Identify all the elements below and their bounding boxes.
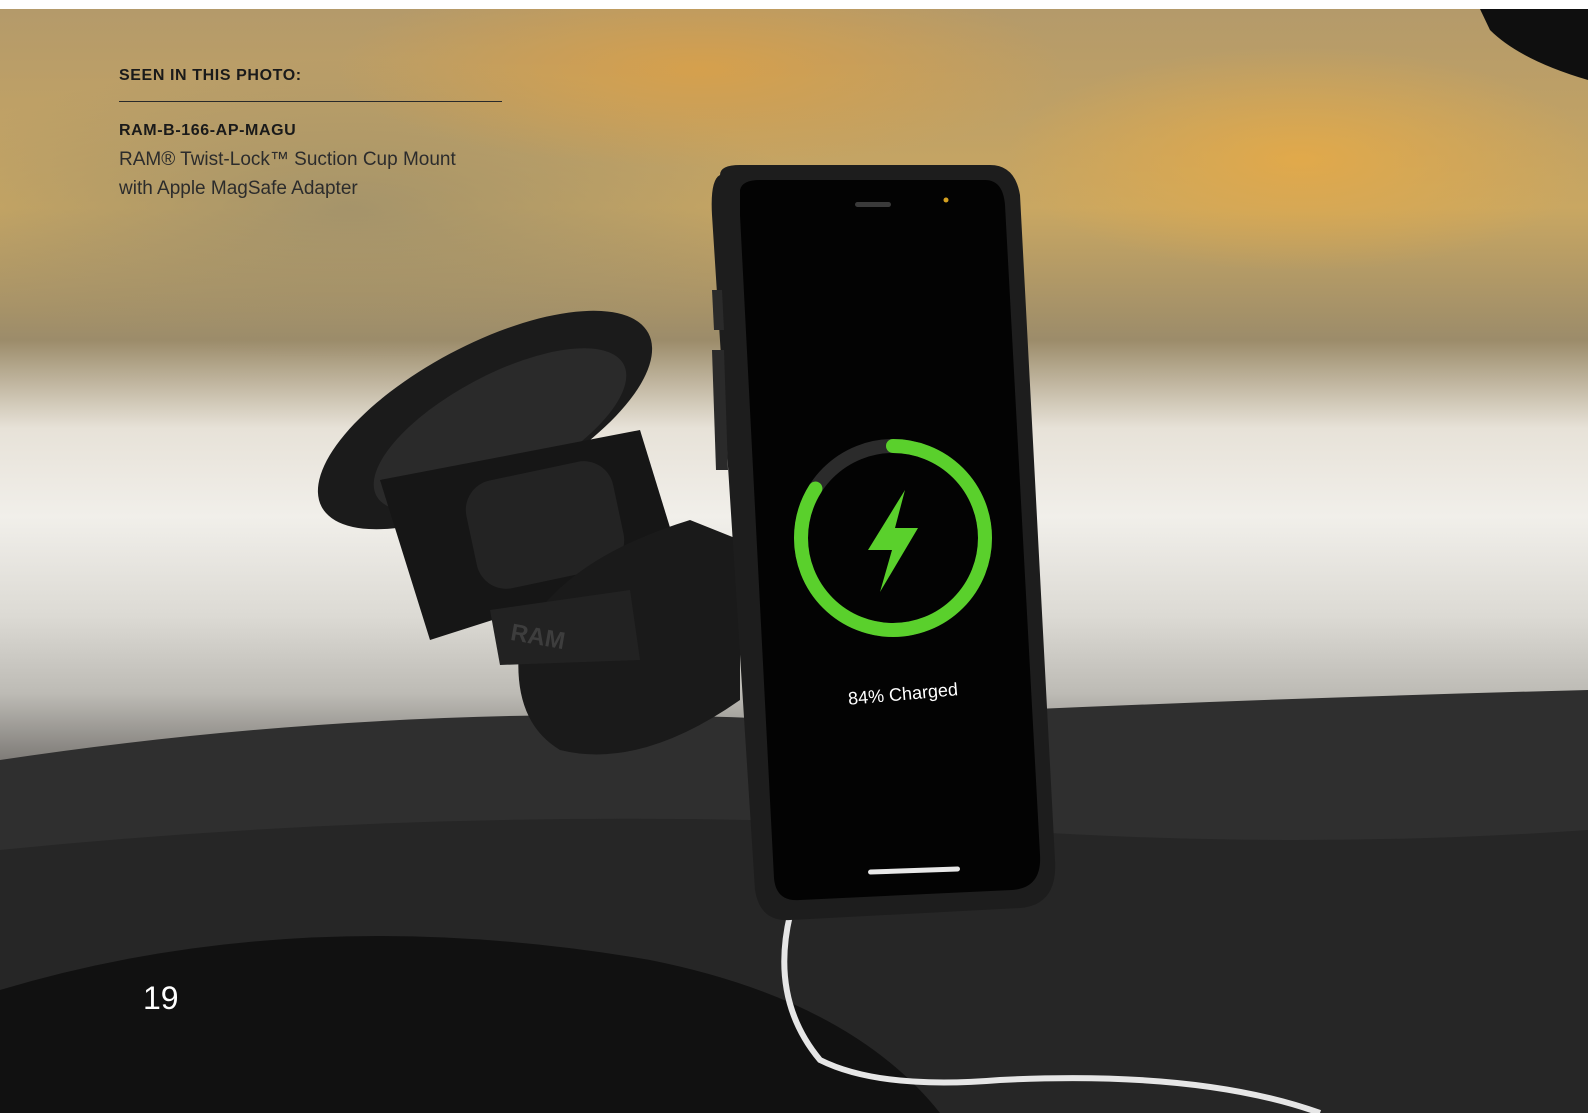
caption-heading: SEEN IN THIS PHOTO: [119, 67, 302, 84]
photo-caption: SEEN IN THIS PHOTO: RAM-B-166-AP-MAGU RA… [119, 66, 502, 203]
caption-divider [119, 101, 502, 102]
product-sku: RAM-B-166-AP-MAGU [119, 122, 297, 139]
suction-cup-mount: RAM [317, 310, 740, 755]
phone-speaker [855, 202, 891, 207]
catalog-page: RAM 84% Charged SEEN IN THIS PHOTO: RAM-… [0, 0, 1588, 1113]
product-description-line-1: RAM® Twist-Lock™ Suction Cup Mount [119, 149, 456, 170]
page-number: 19 [143, 980, 179, 1016]
product-description-line-2: with Apple MagSafe Adapter [119, 178, 358, 199]
mirror-shape [1480, 9, 1588, 80]
indicator-dot [943, 197, 949, 203]
product-description: RAM® Twist-Lock™ Suction Cup Mount with … [119, 145, 502, 203]
phone: 84% Charged [711, 165, 1056, 921]
side-button [712, 290, 724, 330]
